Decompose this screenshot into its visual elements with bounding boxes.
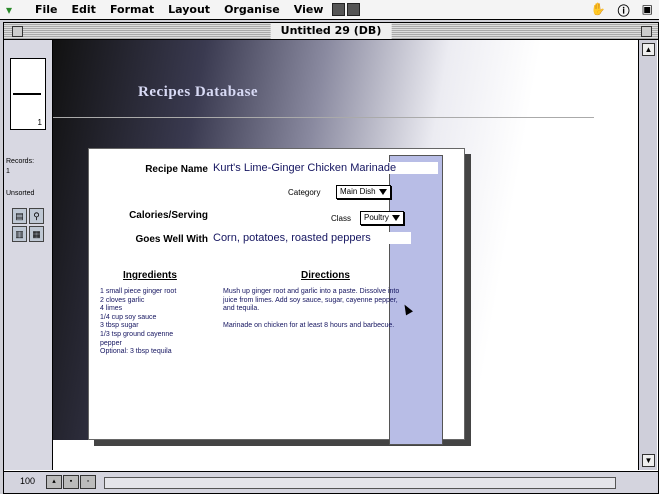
records-count: 1	[6, 168, 10, 175]
goes-well-with-field[interactable]: Corn, potatoes, roasted peppers	[213, 232, 411, 244]
tool-panel: ▤ ⚲ ▥ ▦	[12, 208, 44, 242]
menu-bar: ▾ File Edit Format Layout Organise View …	[0, 0, 659, 20]
scroll-down-icon[interactable]: ▼	[642, 454, 655, 467]
zoom-box-icon[interactable]	[641, 26, 652, 37]
close-box-icon[interactable]	[12, 26, 23, 37]
menu-format[interactable]: Format	[103, 3, 161, 16]
category-label: Category	[288, 188, 321, 197]
ingredient-line: pepper	[100, 339, 122, 347]
window-title: Untitled 29 (DB)	[270, 23, 392, 39]
zoom-in-icon[interactable]: ▪	[63, 475, 79, 489]
ingredient-line: 1 small piece ginger root	[100, 288, 177, 295]
sort-status: Unsorted	[6, 190, 35, 197]
ingredients-heading: Ingredients	[123, 270, 177, 281]
layout-area: Recipes Database Recipe Name Kurt's Lime…	[53, 40, 594, 470]
recipe-name-field[interactable]: Kurt's Lime-Ginger Chicken Marinade	[213, 162, 438, 174]
database-window: Untitled 29 (DB) 1 Records: 1 Unsorted ▤…	[3, 22, 659, 494]
menu-file[interactable]: File	[28, 3, 65, 16]
ingredients-field[interactable]: 1 small piece ginger root 2 cloves garli…	[100, 288, 200, 357]
direction-paragraph: Marinade on chicken for at least 8 hours…	[223, 321, 395, 329]
directions-field[interactable]: Mush up ginger root and garlic into a pa…	[223, 288, 406, 338]
window-titlebar[interactable]: Untitled 29 (DB)	[4, 23, 658, 40]
menu-edit[interactable]: Edit	[65, 3, 103, 16]
pointer-tool-icon[interactable]: ▤	[12, 208, 27, 224]
record-book-icon[interactable]: 1	[10, 58, 46, 130]
page-number: 1	[37, 118, 42, 127]
help-icon[interactable]: ⓘ	[618, 2, 630, 19]
horizontal-scrollbar[interactable]	[104, 477, 616, 489]
calories-label: Calories/Serving	[129, 210, 208, 221]
vertical-scrollbar[interactable]: ▲ ▼	[638, 40, 657, 470]
application-menu-icon[interactable]: ▣	[642, 2, 653, 19]
class-popup[interactable]: Poultry	[360, 211, 404, 225]
menu-layout[interactable]: Layout	[161, 3, 217, 16]
apple-menu-icon[interactable]: ▾	[6, 3, 28, 17]
zoom-level: 100	[20, 476, 36, 486]
category-popup[interactable]: Main Dish	[336, 185, 391, 199]
class-label: Class	[331, 214, 352, 223]
divider	[53, 117, 594, 118]
goes-well-with-label: Goes Well With	[135, 234, 208, 245]
direction-paragraph: Mush up ginger root and garlic into a pa…	[223, 288, 400, 313]
ingredient-line: 1/4 cup soy sauce	[100, 313, 157, 321]
menu-view[interactable]: View	[287, 3, 331, 16]
ingredient-line: 3 tbsp sugar	[100, 322, 139, 330]
directions-heading: Directions	[301, 270, 350, 281]
print-tool-icon[interactable]: ▦	[29, 226, 44, 242]
ingredient-line: Optional: 3 tbsp tequila	[100, 348, 172, 356]
ingredient-line: 2 cloves garlic	[100, 296, 145, 304]
find-tool-icon[interactable]: ⚲	[29, 208, 44, 224]
records-label: Records:	[6, 158, 35, 165]
recipe-name-label: Recipe Name	[145, 164, 208, 175]
ingredient-line: 1/3 tsp ground cayenne	[100, 330, 174, 338]
menu-organise[interactable]: Organise	[217, 3, 287, 16]
scroll-up-icon[interactable]: ▲	[642, 43, 655, 56]
ingredient-line: 4 limes	[100, 305, 123, 313]
chart-tool-icon[interactable]: ▥	[12, 226, 27, 242]
status-area: 1 Records: 1 Unsorted ▤ ⚲ ▥ ▦	[4, 40, 53, 470]
view-mode-icons[interactable]	[332, 3, 361, 16]
layout-header: Recipes Database	[138, 84, 259, 100]
app-switch-icon[interactable]: ✋	[591, 2, 606, 19]
bottom-bar: 100 ▴ ▪ ▫	[4, 471, 658, 493]
show-tools-icon[interactable]: ▫	[80, 475, 96, 489]
zoom-out-icon[interactable]: ▴	[46, 475, 62, 489]
